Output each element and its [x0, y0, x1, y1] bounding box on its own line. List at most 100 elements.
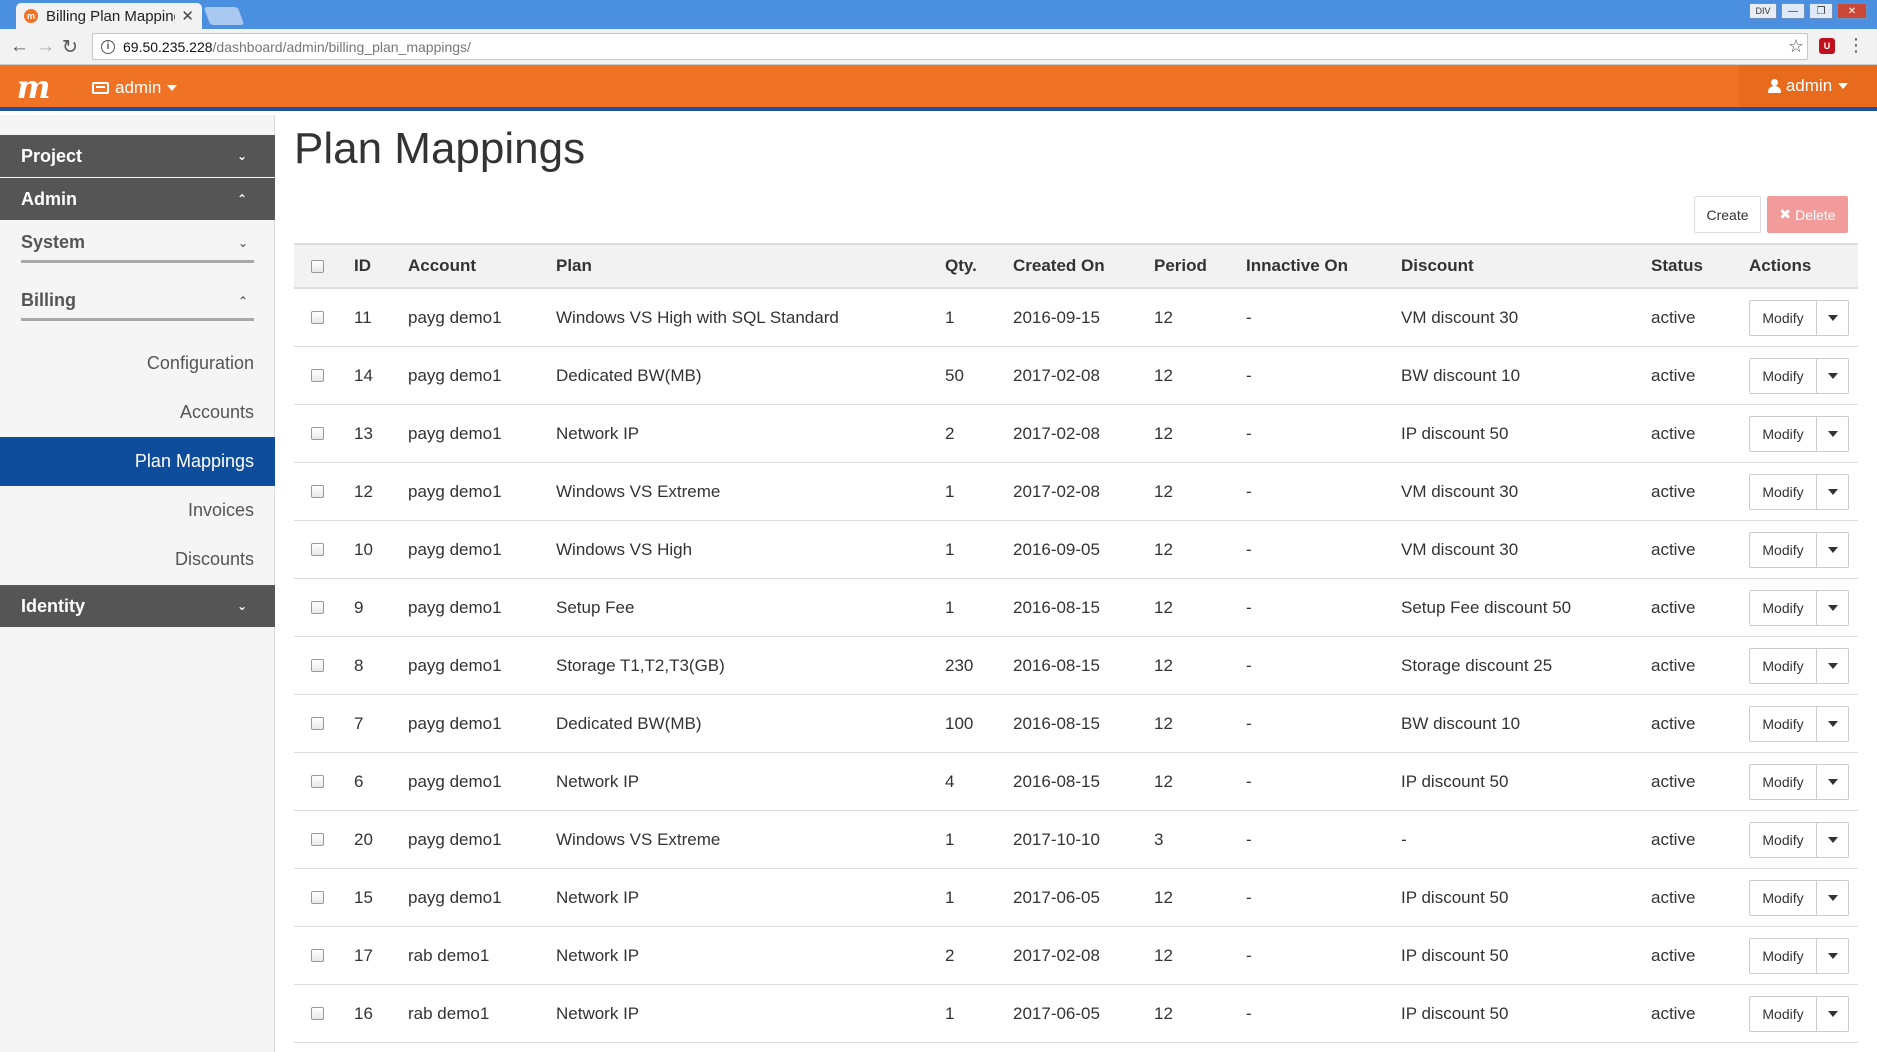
row-checkbox[interactable]	[311, 427, 324, 440]
row-checkbox[interactable]	[311, 891, 324, 904]
actions-dropdown-toggle[interactable]	[1817, 648, 1849, 684]
sidebar-panel-project[interactable]: Project ⌄	[0, 135, 275, 177]
column-header-inactive-on[interactable]: Innactive On	[1246, 245, 1348, 287]
sidebar-group-billing[interactable]: Billing ⌃	[21, 283, 254, 321]
row-actions: Modify	[1749, 300, 1849, 336]
cell-status: active	[1651, 423, 1696, 443]
cell-period: 12	[1154, 365, 1173, 385]
modify-button[interactable]: Modify	[1749, 996, 1817, 1032]
row-checkbox[interactable]	[311, 485, 324, 498]
sidebar-group-system[interactable]: System ⌄	[21, 225, 254, 263]
select-all-checkbox[interactable]	[311, 259, 324, 273]
actions-dropdown-toggle[interactable]	[1817, 416, 1849, 452]
cell-plan: Network IP	[556, 1003, 640, 1023]
row-checkbox[interactable]	[311, 601, 324, 614]
cell-id: 20	[354, 829, 373, 849]
close-icon[interactable]: ✕	[181, 7, 194, 25]
actions-dropdown-toggle[interactable]	[1817, 764, 1849, 800]
user-dropdown[interactable]: admin	[1739, 65, 1877, 107]
cell-status: active	[1651, 597, 1696, 617]
column-header-created-on[interactable]: Created On	[1013, 245, 1105, 287]
modify-button[interactable]: Modify	[1749, 300, 1817, 336]
modify-button[interactable]: Modify	[1749, 648, 1817, 684]
address-bar[interactable]: i 69.50.235.228 /dashboard/admin/billing…	[92, 33, 1808, 60]
column-header-id[interactable]: ID	[354, 245, 371, 287]
cell-qty: 230	[945, 655, 974, 675]
column-header-account[interactable]: Account	[408, 245, 476, 287]
actions-dropdown-toggle[interactable]	[1817, 822, 1849, 858]
cell-qty: 1	[945, 1003, 955, 1023]
reload-icon[interactable]: ↻	[62, 36, 78, 59]
row-checkbox[interactable]	[311, 311, 324, 324]
cell-created-on: 2016-08-15	[1013, 597, 1100, 617]
cell-status: active	[1651, 713, 1696, 733]
forward-arrow-icon[interactable]: →	[36, 36, 55, 58]
cell-plan: Network IP	[556, 945, 640, 965]
modify-button[interactable]: Modify	[1749, 358, 1817, 394]
row-select-cell	[311, 985, 324, 1042]
actions-dropdown-toggle[interactable]	[1817, 996, 1849, 1032]
actions-dropdown-toggle[interactable]	[1817, 474, 1849, 510]
actions-dropdown-toggle[interactable]	[1817, 590, 1849, 626]
modify-button[interactable]: Modify	[1749, 822, 1817, 858]
row-checkbox[interactable]	[311, 775, 324, 788]
modify-button[interactable]: Modify	[1749, 764, 1817, 800]
modify-button[interactable]: Modify	[1749, 532, 1817, 568]
row-checkbox[interactable]	[311, 717, 324, 730]
actions-dropdown-toggle[interactable]	[1817, 880, 1849, 916]
cell-account: rab demo1	[408, 1003, 490, 1023]
sidebar-panel-admin[interactable]: Admin ⌃	[0, 178, 275, 220]
column-header-plan[interactable]: Plan	[556, 245, 592, 287]
row-checkbox[interactable]	[311, 833, 324, 846]
sidebar-panel-identity[interactable]: Identity ⌄	[0, 585, 275, 627]
bookmark-star-icon[interactable]: ☆	[1788, 36, 1804, 57]
sidebar-item-plan-mappings[interactable]: Plan Mappings	[0, 437, 275, 486]
cell-discount: VM discount 30	[1401, 307, 1519, 327]
delete-button[interactable]: ✖ Delete	[1767, 196, 1848, 233]
restore-icon[interactable]: ❐	[1809, 3, 1833, 19]
modify-button[interactable]: Modify	[1749, 590, 1817, 626]
caret-down-icon	[1827, 779, 1838, 785]
cell-created-on: 2016-09-05	[1013, 539, 1100, 559]
actions-dropdown-toggle[interactable]	[1817, 300, 1849, 336]
back-arrow-icon[interactable]: ←	[10, 36, 29, 58]
column-header-discount[interactable]: Discount	[1401, 245, 1474, 287]
sidebar-item-configuration[interactable]: Configuration	[0, 339, 275, 388]
modify-button[interactable]: Modify	[1749, 938, 1817, 974]
window-close-icon[interactable]: ✕	[1837, 3, 1867, 19]
row-checkbox[interactable]	[311, 659, 324, 672]
cell-created-on: 2017-06-05	[1013, 887, 1100, 907]
extension-shield-icon[interactable]: U	[1819, 38, 1835, 54]
cell-qty: 1	[945, 307, 955, 327]
project-dropdown[interactable]: admin	[92, 78, 178, 98]
row-checkbox[interactable]	[311, 543, 324, 556]
modify-button[interactable]: Modify	[1749, 880, 1817, 916]
row-checkbox[interactable]	[311, 369, 324, 382]
actions-dropdown-toggle[interactable]	[1817, 358, 1849, 394]
modify-button[interactable]: Modify	[1749, 474, 1817, 510]
actions-dropdown-toggle[interactable]	[1817, 532, 1849, 568]
info-icon[interactable]: i	[101, 39, 115, 54]
browser-toolbar: ← → ↻ i 69.50.235.228 /dashboard/admin/b…	[0, 29, 1877, 65]
create-button[interactable]: Create	[1694, 196, 1761, 233]
browser-menu-icon[interactable]: ⋮	[1847, 35, 1865, 56]
column-header-status[interactable]: Status	[1651, 245, 1703, 287]
actions-dropdown-toggle[interactable]	[1817, 938, 1849, 974]
column-header-period[interactable]: Period	[1154, 245, 1207, 287]
row-checkbox[interactable]	[311, 1007, 324, 1020]
sidebar-item-invoices[interactable]: Invoices	[0, 486, 275, 535]
minimize-icon[interactable]: —	[1781, 3, 1805, 19]
column-header-qty[interactable]: Qty.	[945, 245, 977, 287]
new-tab-button[interactable]	[203, 7, 245, 25]
actions-dropdown-toggle[interactable]	[1817, 706, 1849, 742]
cell-account: payg demo1	[408, 481, 502, 501]
row-checkbox[interactable]	[311, 949, 324, 962]
sidebar-item-accounts[interactable]: Accounts	[0, 388, 275, 437]
modify-button[interactable]: Modify	[1749, 706, 1817, 742]
brand-logo[interactable]: m	[12, 68, 52, 106]
cell-discount: IP discount 50	[1401, 771, 1509, 791]
tab-title: Billing Plan Mappings	[46, 7, 176, 25]
browser-tab[interactable]: m Billing Plan Mappings ✕	[16, 3, 202, 29]
modify-button[interactable]: Modify	[1749, 416, 1817, 452]
sidebar-item-discounts[interactable]: Discounts	[0, 535, 275, 584]
